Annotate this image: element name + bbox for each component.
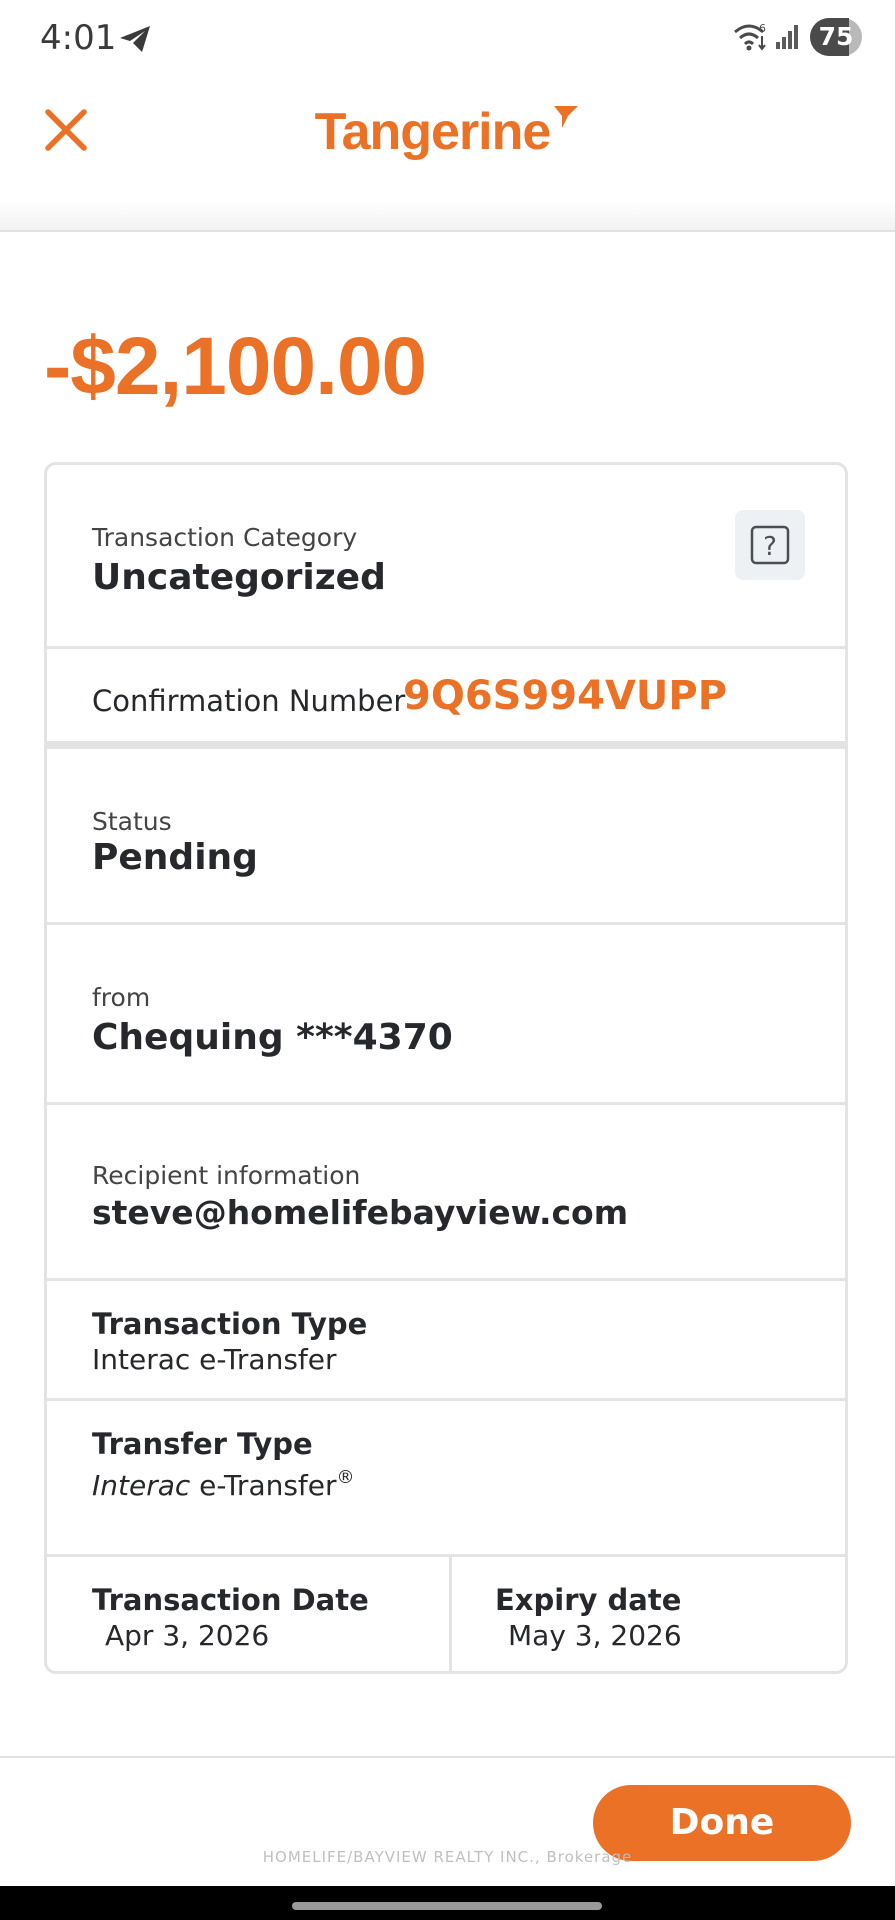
from-account-row: from Chequing ***4370: [47, 925, 845, 1105]
from-label: from: [92, 983, 151, 1012]
confirmation-row: Confirmation Number 9Q6S994VUPP: [47, 649, 845, 749]
logo-mark-icon: [552, 104, 580, 134]
header-divider: [0, 200, 895, 232]
dates-row: Transaction Date Apr 3, 2026 Expiry date…: [47, 1557, 845, 1671]
transfer-type-row: Transfer Type Interac e-Transfer®: [47, 1401, 845, 1557]
category-value: Uncategorized: [92, 557, 386, 598]
app-header: Tangerine: [0, 80, 895, 232]
status-label: Status: [92, 807, 172, 836]
home-indicator[interactable]: [292, 1902, 602, 1910]
help-glyph: ?: [763, 532, 777, 562]
transaction-date-label: Transaction Date: [92, 1583, 369, 1617]
transaction-type-label: Transaction Type: [92, 1307, 368, 1341]
question-icon: ?: [750, 525, 790, 565]
signal-icon: [775, 24, 801, 54]
registered-mark: ®: [336, 1467, 355, 1488]
recipient-label: Recipient information: [92, 1161, 361, 1190]
confirmation-label: Confirmation Number: [92, 684, 406, 718]
transfer-type-italic: Interac: [92, 1469, 191, 1502]
battery-indicator: 75: [810, 18, 862, 56]
category-help-button[interactable]: ?: [735, 510, 805, 580]
status-bar: 4:01 6 75: [0, 0, 895, 80]
transaction-date-value: Apr 3, 2026: [105, 1619, 270, 1652]
logo-text: Tangerine: [314, 103, 552, 161]
battery-level: 75: [818, 22, 854, 51]
confirmation-number: 9Q6S994VUPP: [403, 673, 728, 719]
telegram-icon: [118, 24, 152, 58]
svg-text:6: 6: [759, 22, 766, 35]
transaction-amount: -$2,100.00: [44, 321, 427, 412]
wifi-icon: 6: [733, 22, 769, 56]
transaction-type-row: Transaction Type Interac e-Transfer: [47, 1281, 845, 1401]
recipient-email: steve@homelifebayview.com: [92, 1193, 629, 1232]
status-time: 4:01: [40, 18, 117, 58]
recipient-row: Recipient information steve@homelifebayv…: [47, 1105, 845, 1281]
category-label: Transaction Category: [92, 523, 358, 552]
transfer-type-label: Transfer Type: [92, 1427, 313, 1461]
expiry-date-label: Expiry date: [495, 1583, 682, 1617]
status-value: Pending: [92, 837, 258, 878]
watermark: HOMELIFE/BAYVIEW REALTY INC., Brokerage: [262, 1848, 633, 1866]
expiry-date-value: May 3, 2026: [508, 1619, 682, 1652]
transaction-type-value: Interac e-Transfer: [92, 1343, 337, 1376]
dates-divider: [449, 1555, 452, 1671]
transaction-details-card: Transaction Category Uncategorized ? Con…: [44, 462, 848, 1674]
transfer-type-value: Interac e-Transfer®: [92, 1467, 355, 1502]
transfer-type-rest: e-Transfer: [190, 1469, 337, 1502]
category-row[interactable]: Transaction Category Uncategorized ?: [47, 465, 845, 649]
status-row: Status Pending: [47, 749, 845, 925]
from-account-value: Chequing ***4370: [92, 1017, 453, 1058]
system-nav-bar: [0, 1886, 895, 1920]
tangerine-logo: Tangerine: [0, 102, 895, 162]
